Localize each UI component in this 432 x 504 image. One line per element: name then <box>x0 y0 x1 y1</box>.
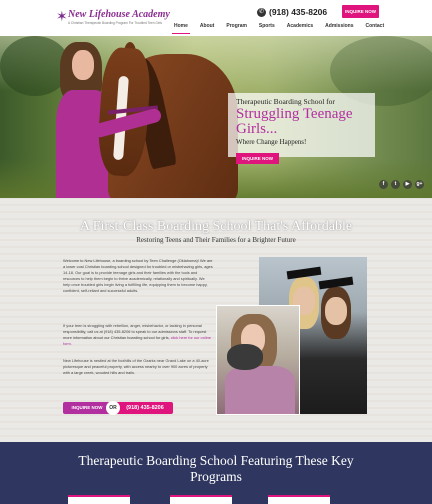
hero-headline: Struggling Teenage Girls... <box>236 107 353 137</box>
or-divider: OR <box>106 401 120 415</box>
twitter-icon[interactable]: t <box>391 180 400 189</box>
nav-item-home[interactable]: Home <box>168 22 194 34</box>
program-card[interactable] <box>68 495 130 504</box>
intro-inquire-button[interactable]: INQUIRE NOW <box>63 402 111 414</box>
intro-paragraph: New Lifehouse is nestled at the foothill… <box>63 358 209 375</box>
nav-item-contact[interactable]: Contact <box>360 22 391 32</box>
header-phone-number[interactable]: (918) 435-8206 <box>269 7 327 17</box>
hero-tagline: Therapeutic Boarding School for <box>236 97 335 106</box>
star-logo-icon: ✶ <box>56 8 68 24</box>
nav-item-program[interactable]: Program <box>220 22 253 32</box>
nav-item-admissions[interactable]: Admissions <box>319 22 359 32</box>
main-nav: Home About Program Sports Academics Admission… <box>168 22 391 34</box>
graduate-face <box>325 297 347 325</box>
intro-title: A First-Class Boarding School That's Aff… <box>79 219 353 234</box>
student-with-dog-photo <box>216 305 300 415</box>
program-card[interactable] <box>268 495 330 504</box>
site-header: ✶ New Lifehouse Academy A Christian Ther… <box>0 0 432 36</box>
hero-headline-line1: Struggling Teenage <box>236 106 353 122</box>
programs-title-line2: Programs <box>190 469 242 484</box>
youtube-icon[interactable]: ▶ <box>403 180 412 189</box>
nav-item-academics[interactable]: Academics <box>281 22 319 32</box>
header-phone[interactable]: ✆ (918) 435-8206 <box>257 6 327 18</box>
phone-icon: ✆ <box>257 7 266 17</box>
logo-title: New Lifehouse Academy <box>68 9 170 20</box>
hero-subheadline: Where Change Happens! <box>236 138 307 146</box>
dog <box>227 344 263 370</box>
intro-paragraph: Welcome to New Lifehouse, a boarding sch… <box>63 258 213 293</box>
hero-inquire-button[interactable]: INQUIRE NOW <box>236 153 279 164</box>
hero-girl-face <box>72 50 94 80</box>
logo-tagline: A Christian Therapeutic Boarding Program… <box>68 21 162 25</box>
programs-title: Therapeutic Boarding School Featuring Th… <box>0 453 432 485</box>
facebook-icon[interactable]: f <box>379 180 388 189</box>
nav-item-about[interactable]: About <box>194 22 220 32</box>
site-logo[interactable]: ✶ New Lifehouse Academy A Christian Ther… <box>56 9 176 31</box>
googleplus-icon[interactable]: g+ <box>415 180 424 189</box>
inquire-now-button[interactable]: INQUIRE NOW <box>342 5 379 18</box>
hero-headline-line2: Girls... <box>236 121 278 137</box>
student-shirt <box>225 366 295 414</box>
program-card[interactable] <box>170 495 232 504</box>
programs-title-line1: Therapeutic Boarding School Featuring Th… <box>78 453 354 468</box>
intro-paragraph: If your teen is struggling with rebellio… <box>63 323 213 347</box>
intro-phone-button[interactable]: (918) 435-8206 <box>117 402 173 414</box>
nav-item-sports[interactable]: Sports <box>253 22 281 32</box>
intro-subtitle: Restoring Teens and Their Families for a… <box>136 236 296 244</box>
